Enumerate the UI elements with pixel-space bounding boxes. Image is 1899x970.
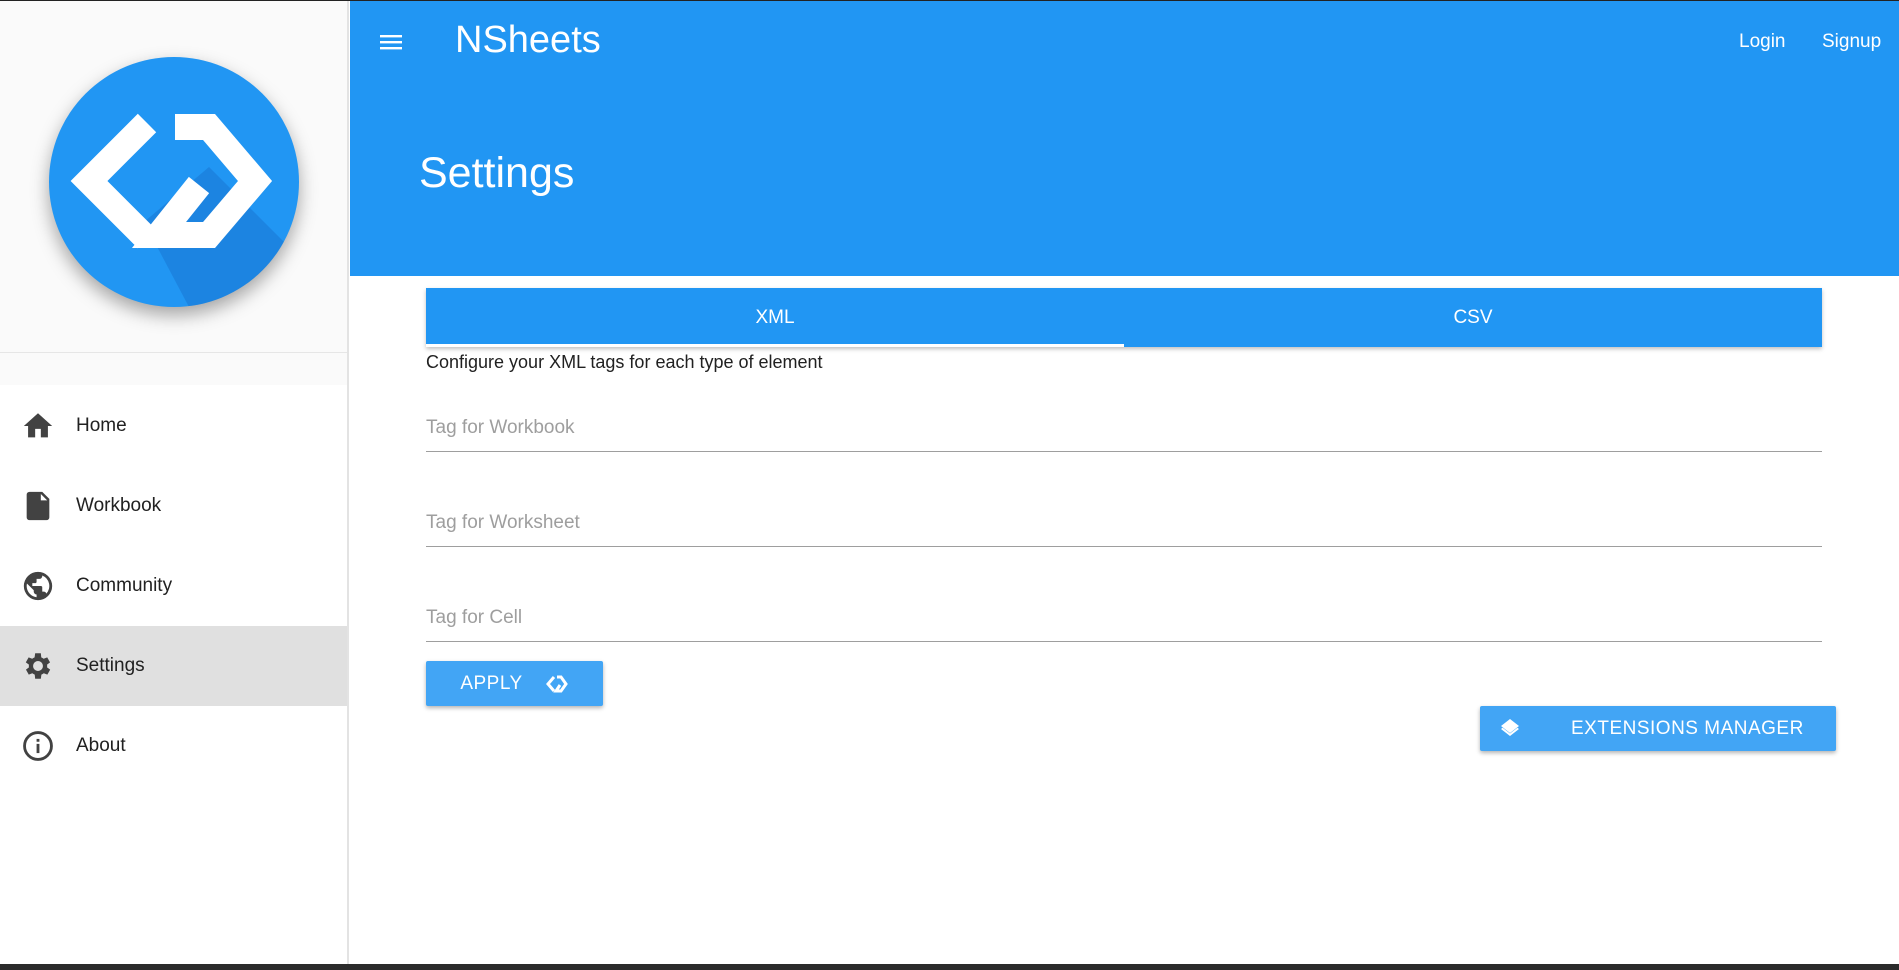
menu-button[interactable] bbox=[376, 27, 406, 57]
window-bottom-border bbox=[0, 964, 1899, 970]
extensions-manager-button[interactable]: EXTENSIONS MANAGER bbox=[1480, 706, 1836, 751]
drawer-header bbox=[0, 0, 347, 353]
page-title: Settings bbox=[419, 149, 575, 197]
app-header: NSheets Login Signup Settings bbox=[350, 1, 1899, 276]
signup-link[interactable]: Signup bbox=[1822, 31, 1881, 53]
sidebar-item-label: Community bbox=[76, 575, 173, 596]
navigation-drawer: Home Workbook Community Settings About bbox=[0, 0, 349, 964]
tab-csv[interactable]: CSV bbox=[1124, 288, 1822, 347]
sidebar-item-settings[interactable]: Settings bbox=[0, 626, 347, 706]
home-icon bbox=[20, 408, 56, 444]
sidebar-item-workbook[interactable]: Workbook bbox=[0, 466, 347, 546]
drawer-menu: Home Workbook Community Settings About bbox=[0, 386, 347, 786]
sidebar-item-community[interactable]: Community bbox=[0, 546, 347, 626]
sidebar-item-label: Workbook bbox=[76, 495, 162, 516]
login-link[interactable]: Login bbox=[1739, 31, 1786, 53]
cell-tag-input[interactable] bbox=[426, 607, 1822, 629]
nsheets-logo-icon bbox=[545, 675, 568, 692]
workbook-tag-field bbox=[426, 393, 1822, 452]
sidebar-item-label: Home bbox=[76, 415, 127, 436]
extensions-manager-label: EXTENSIONS MANAGER bbox=[1571, 718, 1804, 739]
settings-tabs: XML CSV bbox=[426, 288, 1822, 347]
workbook-tag-input[interactable] bbox=[426, 417, 1822, 439]
globe-icon bbox=[20, 568, 56, 604]
sidebar-item-label: About bbox=[76, 735, 126, 756]
worksheet-tag-field bbox=[426, 488, 1822, 547]
file-icon bbox=[20, 488, 56, 524]
window-top-border bbox=[0, 0, 1899, 1]
worksheet-tag-input[interactable] bbox=[426, 512, 1822, 534]
layers-icon bbox=[1501, 719, 1519, 736]
app-logo bbox=[49, 57, 299, 307]
info-icon bbox=[20, 728, 56, 764]
drawer-divider-space bbox=[0, 353, 347, 385]
logo-icon bbox=[70, 113, 299, 307]
gear-icon bbox=[20, 648, 56, 684]
sidebar-item-about[interactable]: About bbox=[0, 706, 347, 786]
hamburger-icon bbox=[380, 35, 402, 50]
apply-button-label: APPLY bbox=[460, 672, 523, 694]
sidebar-item-home[interactable]: Home bbox=[0, 386, 347, 466]
tab-xml[interactable]: XML bbox=[426, 288, 1124, 347]
apply-button[interactable]: APPLY bbox=[426, 661, 603, 706]
app-title: NSheets bbox=[455, 19, 601, 61]
xml-settings-description: Configure your XML tags for each type of… bbox=[426, 352, 823, 372]
sidebar-item-label: Settings bbox=[76, 655, 145, 676]
cell-tag-field bbox=[426, 583, 1822, 642]
